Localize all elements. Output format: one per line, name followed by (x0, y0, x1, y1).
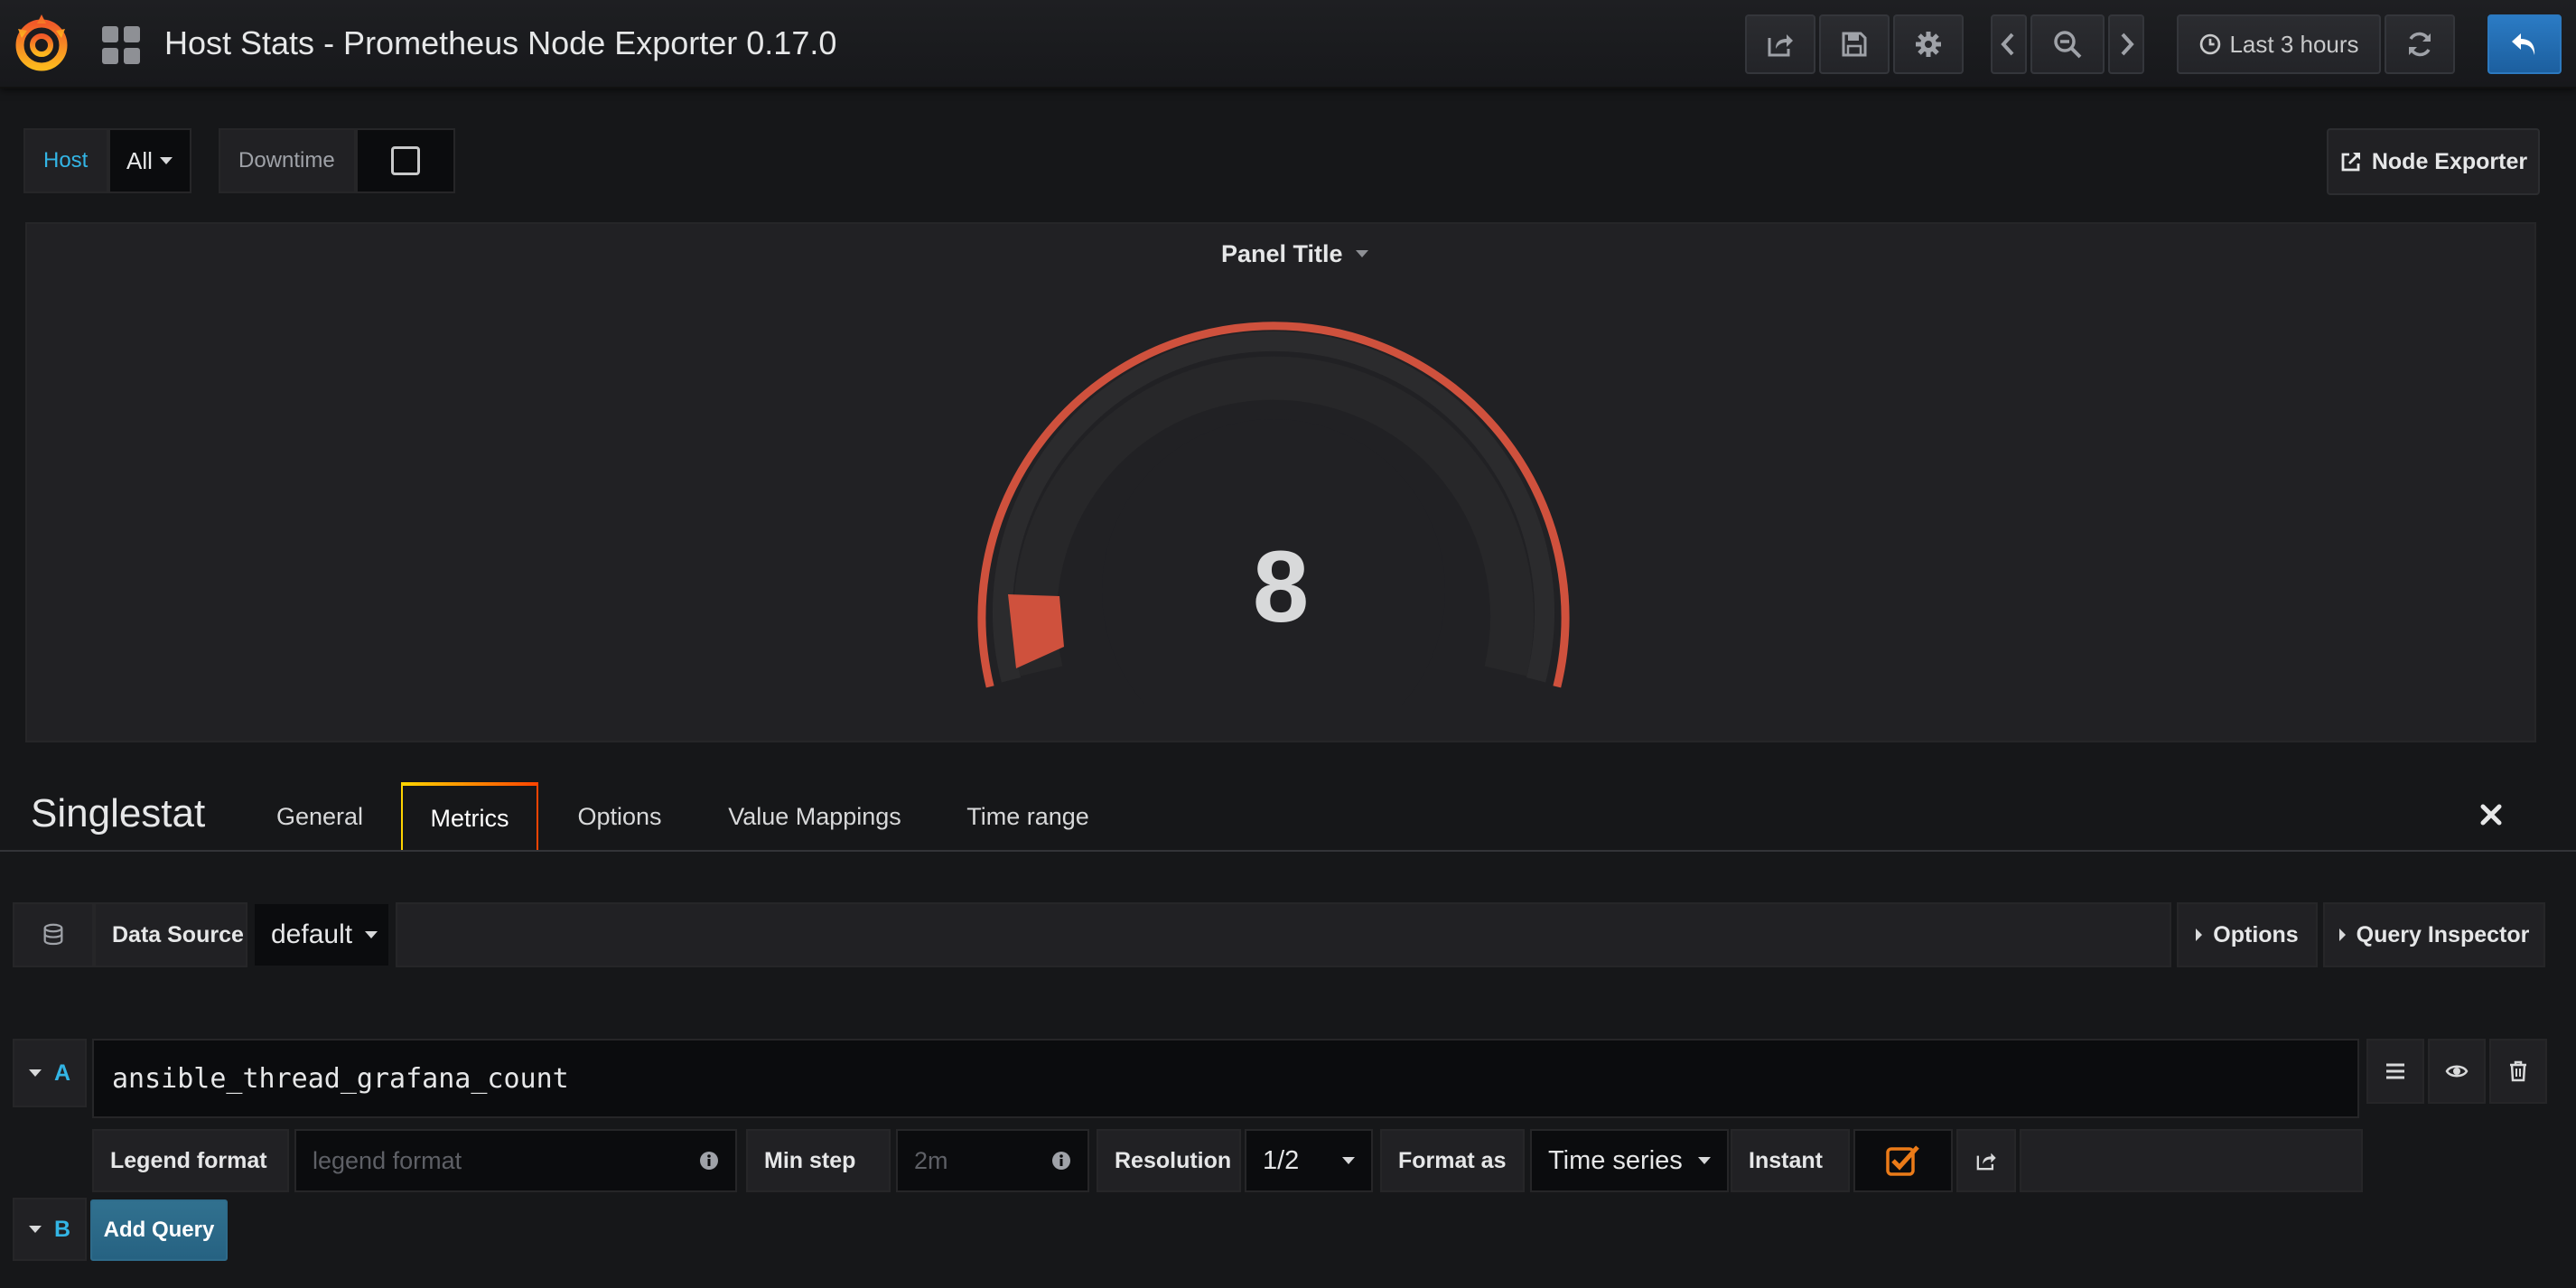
gauge-value: 8 (1253, 530, 1309, 643)
query-share-button[interactable] (1956, 1129, 2016, 1192)
gauge: 8 (957, 280, 1590, 705)
info-icon[interactable] (1051, 1151, 1071, 1171)
caret-down-icon (28, 1226, 42, 1233)
datasource-select[interactable]: default (255, 904, 388, 966)
node-exporter-link-label: Node Exporter (2371, 148, 2528, 174)
caret-down-icon (1355, 250, 1368, 257)
instant-checkbox[interactable] (1885, 1143, 1921, 1179)
datasource-value: default (271, 919, 353, 949)
downtime-checkbox-wrapper (356, 128, 455, 193)
format-as-label: Format as (1380, 1129, 1525, 1192)
caret-down-icon (365, 931, 378, 938)
share-icon (1976, 1153, 1996, 1171)
time-forward-button[interactable] (2108, 14, 2144, 74)
chevron-left-icon (2001, 33, 2014, 56)
close-editor-button[interactable] (2473, 797, 2509, 833)
query-menu-button[interactable] (2366, 1039, 2424, 1104)
settings-button[interactable] (1893, 14, 1964, 74)
query-a-toggle[interactable]: A (13, 1039, 87, 1107)
host-variable-value: All (126, 146, 153, 174)
resolution-select[interactable]: 1/2 (1245, 1129, 1373, 1192)
panel-title-menu[interactable]: Panel Title (1221, 231, 1368, 276)
resolution-label: Resolution (1097, 1129, 1241, 1192)
zoom-out-button[interactable] (2030, 14, 2105, 74)
datasource-label: Data Source (94, 902, 247, 967)
save-icon (1842, 32, 1867, 57)
host-variable-label: Host (23, 128, 108, 193)
gear-icon (1916, 32, 1941, 57)
save-button[interactable] (1819, 14, 1890, 74)
options-toggle-label: Options (2213, 921, 2299, 947)
hamburger-icon (2386, 1063, 2404, 1079)
min-step-label: Min step (746, 1129, 891, 1192)
downtime-checkbox[interactable] (391, 146, 420, 175)
tab-time-range[interactable]: Time range (952, 782, 1104, 851)
tab-metrics[interactable]: Metrics (401, 782, 538, 851)
query-expression-input[interactable]: ansible_thread_grafana_count (92, 1039, 2359, 1118)
tabs-divider (0, 850, 2576, 852)
add-query-button[interactable]: Add Query (90, 1199, 228, 1261)
downtime-variable-label: Downtime (219, 128, 356, 193)
min-step-input[interactable]: 2m (896, 1129, 1089, 1192)
time-picker-button[interactable]: Last 3 hours (2177, 14, 2381, 74)
tab-options[interactable]: Options (553, 782, 686, 851)
dashboard-title[interactable]: Host Stats - Prometheus Node Exporter 0.… (164, 23, 836, 63)
legend-format-input[interactable]: legend format (294, 1129, 737, 1192)
time-back-button[interactable] (1991, 14, 2027, 74)
format-as-value: Time series (1548, 1145, 1683, 1175)
caret-right-icon (2196, 929, 2203, 941)
query-toggle-visibility-button[interactable] (2428, 1039, 2486, 1104)
legend-format-label: Legend format (92, 1129, 289, 1192)
legend-format-placeholder: legend format (313, 1146, 462, 1174)
host-variable-select[interactable]: All (108, 128, 191, 193)
min-step-placeholder: 2m (914, 1146, 948, 1174)
time-range-label: Last 3 hours (2229, 30, 2359, 58)
clock-icon (2200, 33, 2221, 55)
share-button[interactable] (1745, 14, 1815, 74)
tab-value-mappings[interactable]: Value Mappings (714, 782, 916, 851)
caret-down-icon (28, 1069, 42, 1077)
panel-title: Panel Title (1221, 239, 1343, 267)
zoom-out-icon (2054, 31, 2082, 59)
caret-down-icon (1698, 1157, 1711, 1164)
query-b-letter: B (53, 1216, 71, 1242)
node-exporter-link[interactable]: Node Exporter (2327, 128, 2540, 195)
back-to-dashboard-button[interactable] (2487, 14, 2562, 74)
editor-panel-type: Singlestat (31, 791, 206, 835)
external-link-icon (2341, 153, 2360, 172)
dashboard-grid-icon[interactable] (99, 23, 143, 67)
options-filler (2020, 1129, 2363, 1192)
chevron-right-icon (2121, 33, 2134, 56)
close-icon (2480, 804, 2502, 826)
caret-down-icon (1342, 1157, 1355, 1164)
eye-icon (2445, 1065, 2469, 1078)
query-a-letter: A (53, 1059, 71, 1086)
instant-checkbox-wrapper (1853, 1129, 1953, 1192)
format-as-select[interactable]: Time series (1530, 1129, 1729, 1192)
database-icon (43, 923, 63, 946)
refresh-icon (2409, 32, 2431, 57)
tab-general[interactable]: General (251, 782, 388, 851)
query-delete-button[interactable] (2489, 1039, 2547, 1104)
datasource-icon-box (13, 902, 94, 967)
query-b-toggle[interactable]: B (13, 1198, 87, 1261)
back-arrow-icon (2512, 33, 2535, 55)
refresh-button[interactable] (2385, 14, 2455, 74)
query-inspector-toggle[interactable]: Query Inspector (2323, 902, 2545, 967)
info-icon[interactable] (699, 1151, 719, 1171)
resolution-value: 1/2 (1263, 1145, 1300, 1175)
instant-label: Instant (1731, 1129, 1850, 1192)
grafana-logo-icon[interactable] (9, 11, 74, 76)
share-icon (1768, 34, 1793, 57)
trash-icon (2510, 1060, 2526, 1082)
datasource-filler (396, 902, 2171, 967)
caret-right-icon (2338, 929, 2346, 941)
caret-down-icon (159, 157, 173, 164)
options-toggle[interactable]: Options (2177, 902, 2318, 967)
query-inspector-label: Query Inspector (2356, 921, 2530, 947)
